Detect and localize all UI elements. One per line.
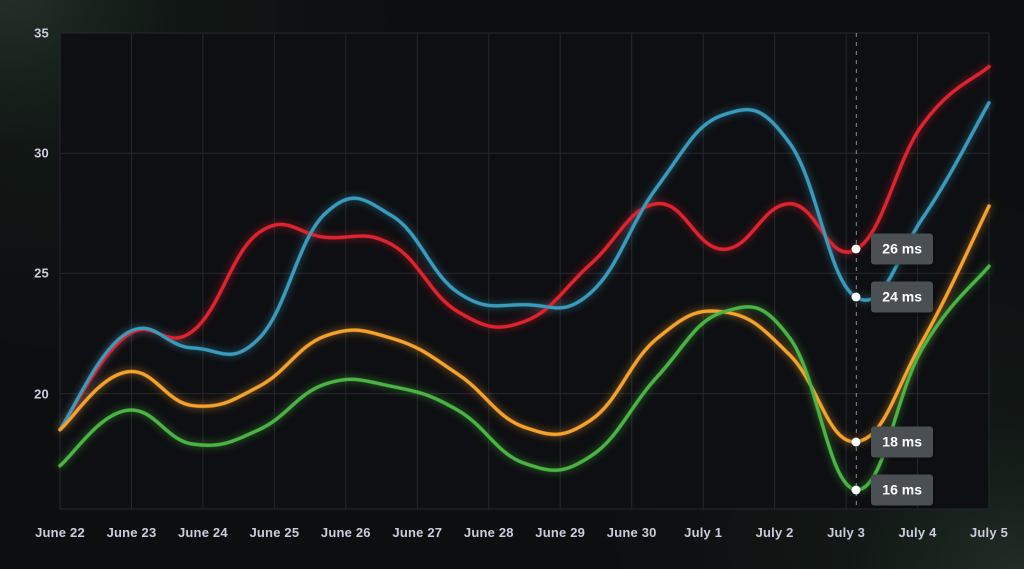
y-axis: 35 30 25 20 xyxy=(0,0,49,569)
tooltip-orange[interactable]: 18 ms xyxy=(871,426,933,458)
x-tick-label: June 26 xyxy=(320,525,371,540)
y-tick-label: 30 xyxy=(34,145,49,161)
x-tick-label: July 2 xyxy=(755,525,794,540)
tooltip-red[interactable]: 26 ms xyxy=(871,233,933,265)
x-tick-label: June 25 xyxy=(249,525,300,540)
x-tick-label: June 23 xyxy=(106,525,157,540)
plot-background xyxy=(60,33,989,509)
data-point-marker-blue[interactable] xyxy=(851,292,861,302)
x-tick-label: June 30 xyxy=(606,525,657,540)
data-point-marker-orange[interactable] xyxy=(851,437,861,447)
y-tick-label: 25 xyxy=(34,265,49,281)
x-tick-label: June 22 xyxy=(35,525,85,540)
x-tick-label: June 29 xyxy=(535,525,586,540)
tooltip-green[interactable]: 16 ms xyxy=(871,474,933,506)
timeseries-chart-panel: 35 30 25 20 June 22 June 23 June 24 June 25… xyxy=(0,0,1024,569)
data-point-marker-red[interactable] xyxy=(851,244,861,254)
x-tick-label: July 1 xyxy=(684,525,723,540)
x-tick-label: July 4 xyxy=(898,525,937,540)
data-point-marker-green[interactable] xyxy=(851,485,861,495)
x-tick-label: June 27 xyxy=(392,525,443,540)
tooltip-blue[interactable]: 24 ms xyxy=(871,281,933,313)
x-tick-label: July 5 xyxy=(969,525,1009,540)
x-tick-label: June 28 xyxy=(463,525,514,540)
x-tick-label: June 24 xyxy=(177,525,228,540)
x-tick-label: July 3 xyxy=(827,525,866,540)
y-tick-label: 20 xyxy=(34,386,49,402)
y-tick-label: 35 xyxy=(34,25,49,41)
